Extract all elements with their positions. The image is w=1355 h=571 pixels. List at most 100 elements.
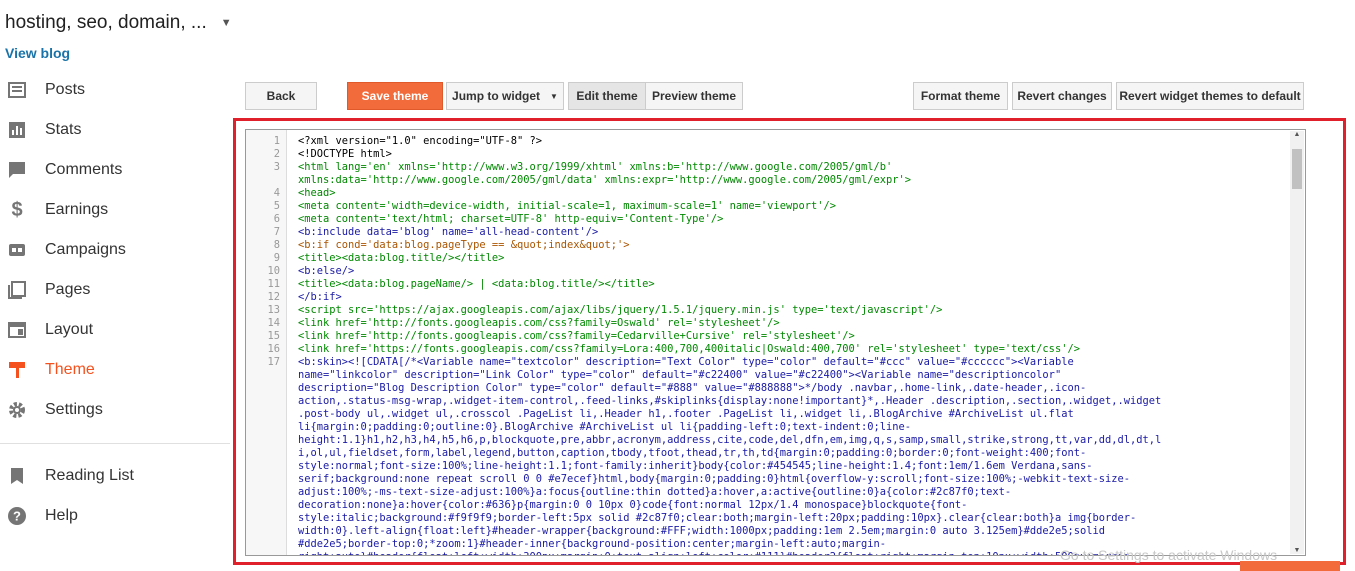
sidebar-item-label: Earnings xyxy=(45,201,109,218)
code-line: <script src='https://ajax.googleapis.com… xyxy=(298,304,943,316)
line-number: 7 xyxy=(273,226,280,238)
code-line: <b:skin><![CDATA[/*<Variable name="textc… xyxy=(298,356,1074,368)
sidebar-item-label: Settings xyxy=(45,401,103,418)
chevron-down-icon: ▼ xyxy=(550,91,558,101)
pages-icon xyxy=(7,280,27,300)
code-line: height:1.1}h1,h2,h3,h4,h5,h6,p,blockquot… xyxy=(298,434,1162,446)
sidebar-item-help[interactable]: ? Help xyxy=(0,496,230,536)
sidebar-item-label: Help xyxy=(45,507,78,524)
code-line: serif;background:none repeat scroll 0 0 … xyxy=(298,473,1131,485)
code-line: <meta content='text/html; charset=UTF-8'… xyxy=(298,213,724,225)
jump-to-widget-label: Jump to widget xyxy=(452,89,541,103)
code-line: <title><data:blog.pageName/> | <data:blo… xyxy=(298,278,655,290)
sidebar-item-theme[interactable]: Theme xyxy=(0,350,230,390)
gear-icon xyxy=(7,400,27,420)
scroll-down-icon[interactable]: ▼ xyxy=(1290,547,1304,554)
line-number-gutter: 1 2 3 4 5 6 7 8 9 10 11 12 13 14 15 16 17 xyxy=(246,130,287,555)
code-line: <b:include data='blog' name='all-head-co… xyxy=(298,226,599,238)
code-line: <?xml version="1.0" encoding="UTF-8" ?> xyxy=(298,135,542,147)
code-line: action,.status-msg-wrap,.widget-item-con… xyxy=(298,395,1162,407)
blog-title[interactable]: hosting, seo, domain, ... ▼ xyxy=(5,12,232,34)
sidebar-item-label: Theme xyxy=(45,361,95,378)
posts-icon xyxy=(7,80,27,100)
orange-button-edge xyxy=(1240,561,1340,571)
line-number: 2 xyxy=(273,148,280,160)
sidebar-item-label: Reading List xyxy=(45,467,134,484)
code-line: li{margin:0;padding:0;outline:0}.BlogArc… xyxy=(298,421,912,433)
code-line: adjust:100%;-ms-text-size-adjust:100%}a:… xyxy=(298,486,1012,498)
scrollbar-thumb[interactable] xyxy=(1292,149,1302,189)
code-line: name="linkcolor" description="Link Color… xyxy=(298,369,1062,381)
blog-title-text: hosting, seo, domain, ... xyxy=(5,12,207,33)
bookmark-icon xyxy=(7,466,27,486)
code-line: i,ol,ul,fieldset,form,label,legend,butto… xyxy=(298,447,1087,459)
line-number: 6 xyxy=(273,213,280,225)
jump-to-widget-dropdown[interactable]: Jump to widget ▼ xyxy=(446,82,564,110)
scroll-up-icon[interactable]: ▲ xyxy=(1290,131,1304,138)
sidebar-item-settings[interactable]: Settings xyxy=(0,390,230,430)
code-line: description="Blog Description Color" typ… xyxy=(298,382,1087,394)
code-content[interactable]: <?xml version="1.0" encoding="UTF-8" ?> <… xyxy=(298,135,1288,555)
code-line: <head> xyxy=(298,187,336,199)
line-number: 3 xyxy=(273,161,280,173)
code-line: <html lang='en' xmlns='http://www.w3.org… xyxy=(298,161,893,173)
dollar-icon: $ xyxy=(11,198,23,221)
sidebar-item-stats[interactable]: Stats xyxy=(0,110,230,150)
line-number: 14 xyxy=(267,317,280,329)
revert-widget-themes-button[interactable]: Revert widget themes to default xyxy=(1116,82,1304,110)
code-line: <b:if cond='data:blog.pageType == &quot;… xyxy=(298,239,630,251)
sidebar-item-layout[interactable]: Layout xyxy=(0,310,230,350)
save-theme-button[interactable]: Save theme xyxy=(347,82,443,110)
vertical-scrollbar[interactable]: ▲ ▼ xyxy=(1290,131,1304,554)
code-line: <link href='https://fonts.googleapis.com… xyxy=(298,343,1080,355)
sidebar-item-earnings[interactable]: $ Earnings xyxy=(0,190,230,230)
format-theme-button[interactable]: Format theme xyxy=(913,82,1008,110)
layout-icon xyxy=(7,320,27,340)
sidebar-item-label: Layout xyxy=(45,321,94,338)
stats-icon xyxy=(7,120,27,140)
sidebar-item-comments[interactable]: Comments xyxy=(0,150,230,190)
campaigns-icon xyxy=(7,240,27,260)
code-line: .post-body ul,.widget ul,.crosscol .Page… xyxy=(298,408,1074,420)
chevron-down-icon[interactable]: ▼ xyxy=(221,17,232,29)
line-number: 13 xyxy=(267,304,280,316)
line-number xyxy=(246,174,286,187)
line-number: 16 xyxy=(267,343,280,355)
code-editor[interactable]: 1 2 3 4 5 6 7 8 9 10 11 12 13 14 15 16 17 <?xml version=… xyxy=(245,129,1306,556)
code-line: <link href='http://fonts.googleapis.com/… xyxy=(298,330,855,342)
code-line: <!DOCTYPE html> xyxy=(298,148,392,160)
help-icon: ? xyxy=(7,506,27,526)
code-line: <link href='http://fonts.googleapis.com/… xyxy=(298,317,780,329)
code-line: width:0}.left-align{float:left}#header-w… xyxy=(298,525,1105,537)
sidebar-item-label: Stats xyxy=(45,121,82,138)
edit-theme-button[interactable]: Edit theme xyxy=(568,82,646,110)
preview-theme-button[interactable]: Preview theme xyxy=(645,82,743,110)
sidebar-item-campaigns[interactable]: Campaigns xyxy=(0,230,230,270)
code-line: style:normal;font-size:100%;line-height:… xyxy=(298,460,1093,472)
code-line: </b:if> xyxy=(298,291,342,303)
view-blog-link[interactable]: View blog xyxy=(5,45,70,61)
line-number: 8 xyxy=(273,239,280,251)
line-number: 9 xyxy=(273,252,280,264)
code-line: style:italic;background:#f9f9f9;border-l… xyxy=(298,512,1137,524)
sidebar-item-pages[interactable]: Pages xyxy=(0,270,230,310)
code-line: <title><data:blog.title/></title> xyxy=(298,252,505,264)
code-line: <b:else/> xyxy=(298,265,355,277)
line-number: 15 xyxy=(267,330,280,342)
line-number: 10 xyxy=(267,265,280,277)
theme-icon xyxy=(7,360,27,380)
line-number: 11 xyxy=(267,278,280,290)
line-number: 12 xyxy=(267,291,280,303)
sidebar-item-label: Comments xyxy=(45,161,123,178)
svg-text:?: ? xyxy=(13,509,21,524)
revert-changes-button[interactable]: Revert changes xyxy=(1012,82,1112,110)
sidebar-item-reading-list[interactable]: Reading List xyxy=(0,456,230,496)
sidebar-item-label: Posts xyxy=(45,81,86,98)
code-line: <meta content='width=device-width, initi… xyxy=(298,200,836,212)
sidebar-item-label: Pages xyxy=(45,281,91,298)
back-button[interactable]: Back xyxy=(245,82,317,110)
sidebar-item-posts[interactable]: Posts xyxy=(0,70,230,110)
sidebar-nav: Posts Stats Comments $ Earnings Campaign… xyxy=(0,70,230,536)
comments-icon xyxy=(7,160,27,180)
line-number: 1 xyxy=(273,135,280,147)
